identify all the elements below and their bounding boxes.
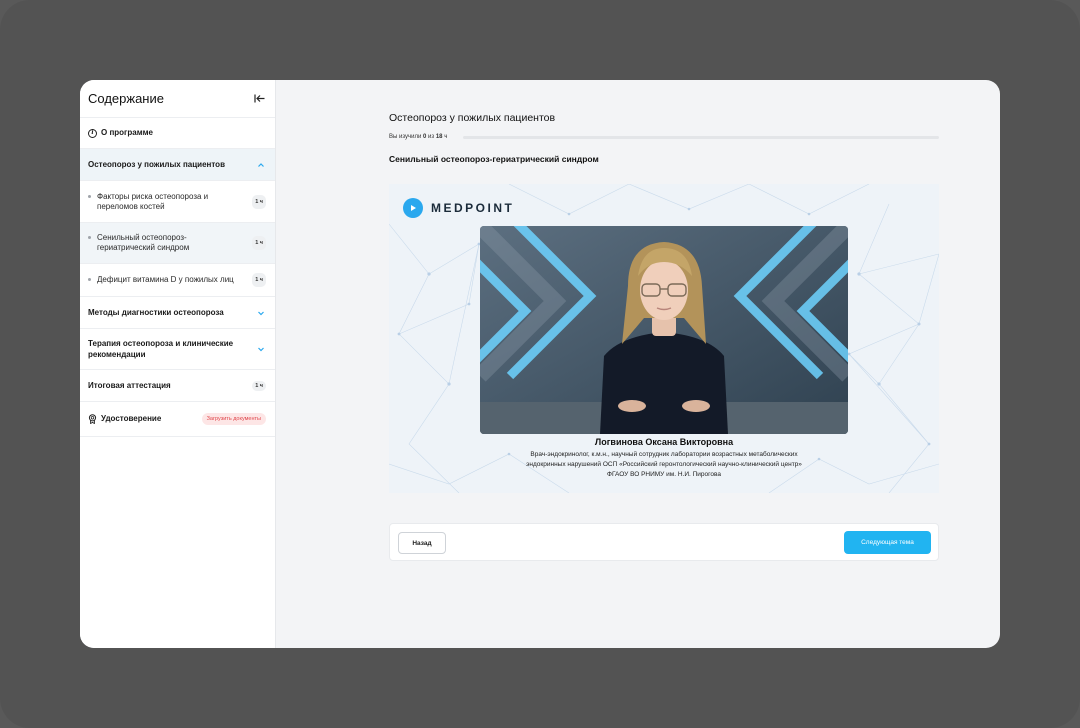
sidebar-header: Содержание [80,80,275,118]
lesson-navigation: Назад Следующая тема [389,523,939,561]
contents-sidebar: Содержание i О программе Остеопороз у по… [80,80,276,648]
progress-prefix: Вы изучили [389,134,422,140]
video-player[interactable]: MEDPOINT Логвинова Оксана Викторовна Вра… [389,184,939,493]
chevron-down-icon [258,311,264,315]
back-button[interactable]: Назад [398,532,446,554]
bullet-dot [88,236,91,239]
speaker-name: Логвинова Оксана Викторовна [594,437,734,447]
sidebar-section-label: Методы диагностики остеопороза [88,308,224,317]
chevron-up-icon [258,162,264,167]
sidebar-item-certificate[interactable]: Удостоверение Загрузить документы [80,402,275,437]
main-content: Остеопороз у пожилых пациентов Вы изучил… [276,80,1000,648]
collapse-sidebar-icon[interactable] [251,91,267,107]
speaker-desc-line: Врач-эндокринолог, к.м.н., научный сотру… [530,451,798,458]
progress-done: 0 [423,134,427,140]
sidebar-title: Содержание [88,91,164,106]
sidebar-subitem-senile-osteoporosis[interactable]: Сенильный остеопороз-гериатрический синд… [80,223,275,264]
play-logo-icon [403,198,423,218]
chevron-down-icon [258,347,264,352]
sidebar-subitem-risk-factors[interactable]: Факторы риска остеопороза и переломов ко… [80,181,275,223]
speaker-desc-line: ФГАОУ ВО РНИМУ им. Н.И. Пирогова [607,471,721,478]
sidebar-item-label: Итоговая аттестация [88,381,171,390]
hours-badge: 1 ч [252,380,266,391]
hours-badge: 1 ч [252,273,266,287]
sidebar-item-final-test[interactable]: Итоговая аттестация 1 ч [80,370,275,402]
sidebar-section-diagnostics[interactable]: Методы диагностики остеопороза [80,297,275,329]
sidebar-section-osteoporosis[interactable]: Остеопороз у пожилых пациентов [80,149,275,181]
progress-bar [463,136,939,139]
hours-badge: 1 ч [252,194,266,209]
app-window: Содержание i О программе Остеопороз у по… [80,80,1000,648]
sidebar-subitem-label: Дефицит витамина D у пожилых лиц [97,275,234,284]
sidebar-section-therapy[interactable]: Терапия остеопороза и клинические рекоме… [80,329,275,370]
brand-name: MEDPOINT [431,201,515,215]
speaker-portrait [480,226,848,434]
bullet-dot [88,278,91,281]
hours-badge: 1 ч [252,236,266,250]
progress-middle: из [428,134,435,140]
speaker-video-frame [480,226,848,434]
bullet-dot [88,194,91,198]
topic-title: Сенильный остеопороз-гериатрический синд… [389,154,599,164]
speaker-description: Врач-эндокринолог, к.м.н., научный сотру… [389,450,939,480]
progress-unit: ч [444,134,448,140]
page-title: Остеопороз у пожилых пациентов [389,112,556,124]
progress-label: Вы изучили 0 из 18 ч [389,134,447,140]
sidebar-item-label: Удостоверение [101,414,162,423]
info-icon: i [88,128,97,138]
upload-documents-badge[interactable]: Загрузить документы [201,413,266,425]
next-topic-button[interactable]: Следующая тема [844,531,931,554]
sidebar-subitem-label: Сенильный остеопороз-гериатрический синд… [97,233,190,252]
speaker-desc-line: эндокринных нарушений ОСП «Российский ге… [526,461,802,468]
certificate-icon [88,414,97,424]
progress-total: 18 [435,134,443,140]
sidebar-item-label: О программе [101,128,154,137]
sidebar-subitem-vitamin-d[interactable]: Дефицит витамина D у пожилых лиц 1 ч [80,264,275,297]
brand-logo: MEDPOINT [403,198,514,218]
sidebar-item-about[interactable]: i О программе [80,118,275,149]
sidebar-section-label: Терапия остеопороза и клинические рекоме… [88,339,234,359]
sidebar-section-label: Остеопороз у пожилых пациентов [88,160,225,169]
sidebar-subitem-label: Факторы риска остеопороза и переломов ко… [97,191,209,211]
